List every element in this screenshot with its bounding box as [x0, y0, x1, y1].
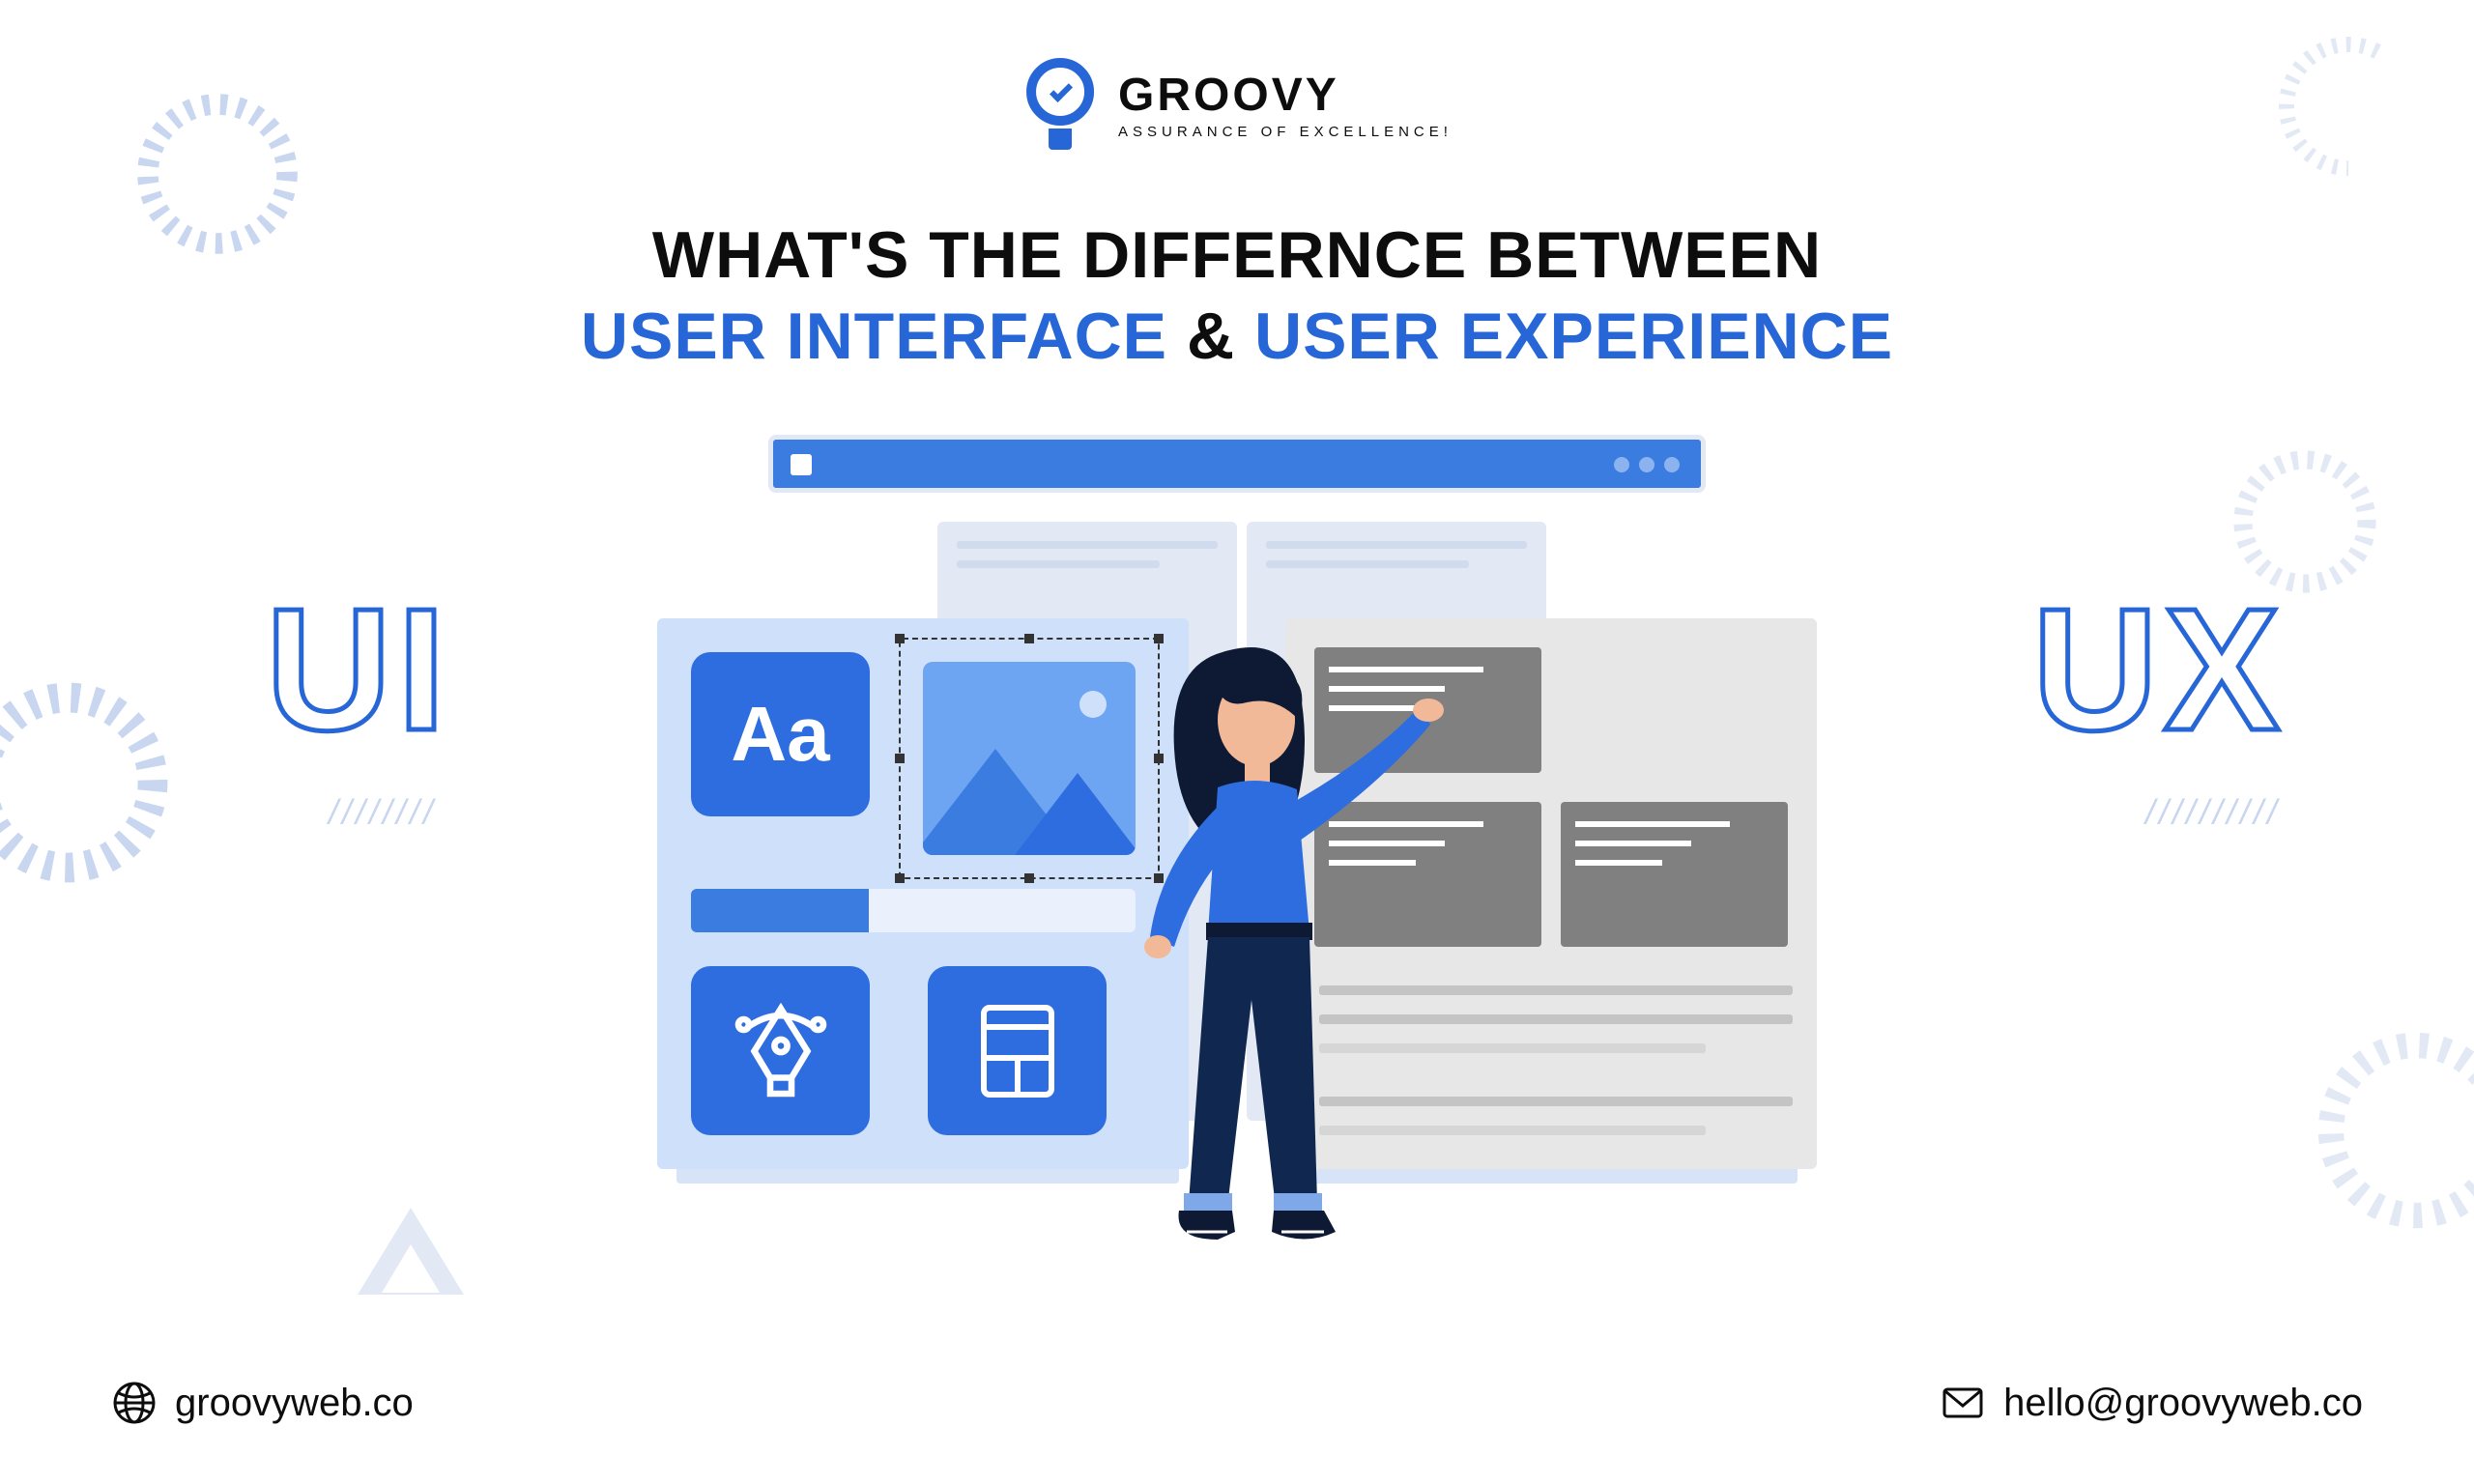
ux-label: UX — [2032, 570, 2286, 770]
person-illustration — [1082, 614, 1450, 1270]
email-text: hello@groovyweb.co — [2003, 1382, 2363, 1425]
headline-line1: WHAT'S THE DIFFERNCE BETWEEN — [367, 217, 2107, 293]
progress-bar-icon — [691, 889, 1136, 932]
slashes-decor: ////////// — [2145, 792, 2281, 833]
triangle-decor-icon — [382, 1244, 440, 1293]
ui-label: UI — [266, 570, 451, 770]
wireframe-block — [1561, 802, 1788, 947]
layout-icon — [969, 998, 1066, 1104]
mail-icon — [1940, 1380, 1986, 1426]
decor-ring-icon — [2310, 1024, 2474, 1237]
brand-tagline: ASSURANCE OF EXCELLENCE! — [1118, 124, 1453, 140]
lightbulb-icon — [1021, 58, 1099, 150]
decor-ring-icon — [0, 676, 174, 889]
window-controls-icon — [1614, 457, 1680, 472]
globe-icon — [111, 1380, 158, 1426]
decor-ring-icon — [130, 87, 304, 261]
decor-ring-icon — [2271, 29, 2426, 184]
pen-tool-icon — [728, 998, 834, 1104]
browser-bar — [768, 435, 1706, 493]
browser-tab-icon — [791, 454, 812, 475]
headline-term2: USER EXPERIENCE — [1254, 300, 1893, 373]
typography-aa: Aa — [731, 690, 829, 779]
email-link[interactable]: hello@groovyweb.co — [1940, 1380, 2363, 1426]
website-text: groovyweb.co — [175, 1382, 414, 1425]
brand-logo: GROOVY ASSURANCE OF EXCELLENCE! — [1021, 58, 1453, 150]
headline-term1: USER INTERFACE — [581, 300, 1167, 373]
pen-tool-tile — [691, 966, 870, 1135]
headline-amp: & — [1187, 300, 1235, 373]
brand-name: GROOVY — [1118, 69, 1453, 122]
typography-tile: Aa — [691, 652, 870, 816]
website-link[interactable]: groovyweb.co — [111, 1380, 414, 1426]
slashes-decor: //////// — [329, 792, 437, 833]
headline: WHAT'S THE DIFFERNCE BETWEEN USER INTERF… — [367, 217, 2107, 374]
layout-tile — [928, 966, 1107, 1135]
illustration-stage: Aa — [618, 435, 1856, 1266]
headline-line2: USER INTERFACE & USER EXPERIENCE — [367, 299, 2107, 374]
